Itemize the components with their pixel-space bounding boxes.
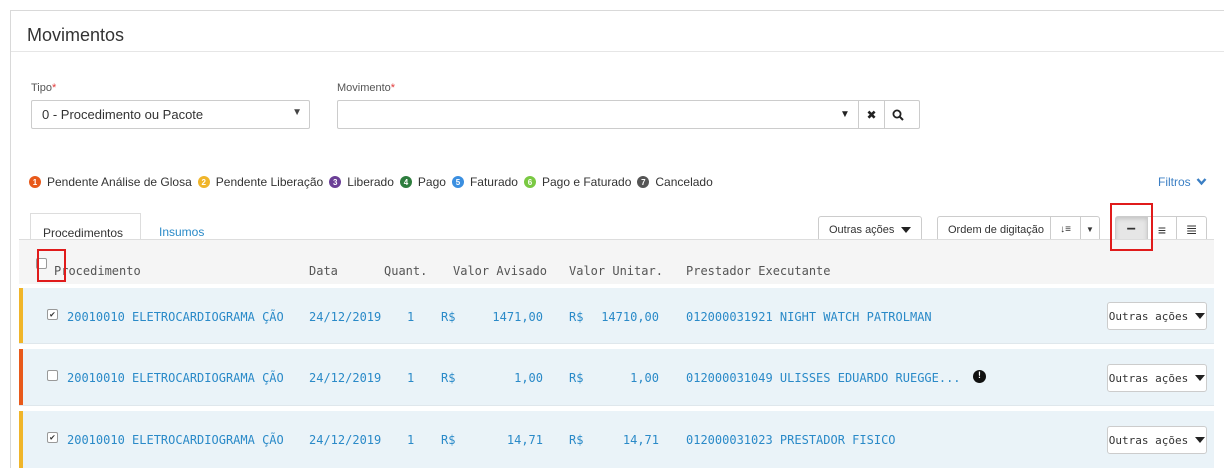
tipo-select-value: 0 - Procedimento ou Pacote bbox=[42, 107, 204, 122]
legend-label: Pendente Análise de Glosa bbox=[47, 175, 192, 189]
cell-currency: R$ bbox=[441, 371, 456, 385]
row-outras-acoes-button[interactable]: Outras ações bbox=[1107, 426, 1207, 454]
status-dot-2: 2 bbox=[197, 176, 210, 188]
caret-down-icon bbox=[1195, 437, 1206, 443]
cell-valor-avisado: 14,71 bbox=[506, 433, 543, 447]
row-checkbox[interactable]: ✔ bbox=[47, 309, 58, 320]
cell-valor-avisado: 1471,00 bbox=[492, 310, 543, 324]
cell-currency: R$ bbox=[569, 310, 584, 324]
tipo-select[interactable]: 0 - Procedimento ou Pacote ▼ bbox=[31, 100, 310, 129]
legend-label: Cancelado bbox=[655, 175, 713, 189]
legend-label: Pago bbox=[417, 175, 446, 189]
row-checkbox[interactable]: ✔ bbox=[47, 432, 58, 443]
filtros-link[interactable]: Filtros bbox=[1158, 175, 1207, 189]
row-action-label: Outras ações bbox=[1108, 309, 1189, 323]
row-action-label: Outras ações bbox=[1108, 371, 1189, 385]
caret-down-icon bbox=[1195, 375, 1206, 381]
caret-down-icon: ▼ bbox=[292, 107, 302, 118]
search-button[interactable] bbox=[884, 101, 910, 128]
cell-quant: 1 bbox=[407, 433, 415, 447]
status-bar bbox=[19, 349, 23, 405]
cell-prestador[interactable]: 012000031023 PRESTADOR FISICO bbox=[686, 433, 896, 447]
header-procedimento[interactable]: Procedimento bbox=[54, 264, 141, 278]
clear-button[interactable]: ✖ bbox=[858, 101, 884, 128]
status-dot-4: 4 bbox=[399, 176, 412, 188]
movimento-select[interactable]: ▼ ✖ bbox=[337, 100, 920, 129]
cell-data: 24/12/2019 bbox=[309, 433, 382, 447]
chevron-down-icon bbox=[1196, 178, 1207, 186]
row-checkbox[interactable] bbox=[47, 370, 58, 381]
header-quant[interactable]: Quant. bbox=[384, 264, 427, 278]
cell-currency: R$ bbox=[569, 371, 584, 385]
legend-label: Pago e Faturado bbox=[541, 175, 632, 189]
header-prestador[interactable]: Prestador Executante bbox=[686, 264, 831, 278]
status-bar bbox=[19, 411, 23, 468]
status-dot-1: 1 bbox=[29, 176, 41, 188]
cell-valor-unitar: 1,00 bbox=[630, 371, 659, 385]
legend-label: Faturado bbox=[469, 175, 518, 189]
cell-currency: R$ bbox=[441, 433, 456, 447]
status-dot-3: 3 bbox=[329, 176, 342, 188]
row-outras-acoes-button[interactable]: Outras ações bbox=[1107, 302, 1207, 330]
cell-currency: R$ bbox=[569, 433, 584, 447]
table-row[interactable]: ✔ 20010010 ELETROCARDIOGRAMA ÇÃO 24/12/2… bbox=[19, 411, 1214, 468]
row-outras-acoes-button[interactable]: Outras ações bbox=[1107, 364, 1207, 392]
cell-quant: 1 bbox=[407, 371, 415, 385]
cell-currency: R$ bbox=[441, 310, 456, 324]
caret-down-icon bbox=[1195, 313, 1206, 319]
required-mark: * bbox=[52, 82, 57, 94]
legend-label: Pendente Liberação bbox=[215, 175, 324, 189]
status-dot-5: 5 bbox=[451, 176, 464, 188]
legend-label: Liberado bbox=[347, 175, 394, 189]
status-dot-6: 6 bbox=[523, 176, 536, 188]
caret-down-icon bbox=[901, 226, 912, 233]
highlight-box bbox=[37, 249, 66, 282]
cell-quant: 1 bbox=[407, 310, 415, 324]
caret-down-icon[interactable]: ▼ bbox=[832, 101, 858, 128]
movimento-label-text: Movimento bbox=[337, 82, 391, 94]
header-valor-avisado[interactable]: Valor Avisado bbox=[453, 264, 547, 278]
cell-prestador[interactable]: 012000031921 NIGHT WATCH PATROLMAN bbox=[686, 310, 932, 324]
cell-procedimento[interactable]: 20010010 ELETROCARDIOGRAMA ÇÃO bbox=[67, 433, 284, 447]
page-title: Movimentos bbox=[27, 25, 125, 45]
tab-insumos[interactable]: Insumos bbox=[159, 225, 204, 239]
header-valor-unitar[interactable]: Valor Unitar. bbox=[569, 264, 663, 278]
table-row[interactable]: ✔ 20010010 ELETROCARDIOGRAMA ÇÃO 24/12/2… bbox=[19, 288, 1214, 344]
status-bar bbox=[19, 288, 23, 343]
cell-procedimento[interactable]: 20010010 ELETROCARDIOGRAMA ÇÃO bbox=[67, 310, 284, 324]
header-data[interactable]: Data bbox=[309, 264, 338, 278]
warning-icon[interactable]: ! bbox=[973, 370, 986, 383]
status-dot-7: 7 bbox=[637, 176, 650, 188]
ordem-label: Ordem de digitação bbox=[948, 223, 1044, 236]
outras-acoes-label: Outras ações bbox=[829, 223, 895, 236]
cell-data: 24/12/2019 bbox=[309, 371, 382, 385]
filtros-label: Filtros bbox=[1158, 175, 1191, 189]
title-divider bbox=[11, 51, 1224, 52]
cell-valor-unitar: 14710,00 bbox=[601, 310, 659, 324]
highlight-box bbox=[1110, 203, 1153, 251]
cell-data: 24/12/2019 bbox=[309, 310, 382, 324]
search-icon bbox=[892, 109, 904, 121]
tipo-label: Tipo* bbox=[31, 82, 56, 94]
required-mark: * bbox=[390, 82, 396, 94]
tipo-label-text: Tipo bbox=[31, 82, 52, 94]
cell-valor-unitar: 14,71 bbox=[622, 433, 659, 447]
table-row[interactable]: 20010010 ELETROCARDIOGRAMA ÇÃO 24/12/201… bbox=[19, 349, 1214, 406]
row-action-label: Outras ações bbox=[1108, 433, 1189, 447]
cell-prestador[interactable]: 012000031049 ULISSES EDUARDO RUEGGE... bbox=[686, 371, 961, 385]
cell-procedimento[interactable]: 20010010 ELETROCARDIOGRAMA ÇÃO bbox=[67, 371, 284, 385]
close-icon: ✖ bbox=[866, 107, 877, 122]
movimento-label: Movimento* bbox=[337, 82, 395, 94]
status-legend: 1 Pendente Análise de Glosa 2 Pendente Lib… bbox=[29, 174, 719, 190]
cell-valor-avisado: 1,00 bbox=[514, 371, 543, 385]
